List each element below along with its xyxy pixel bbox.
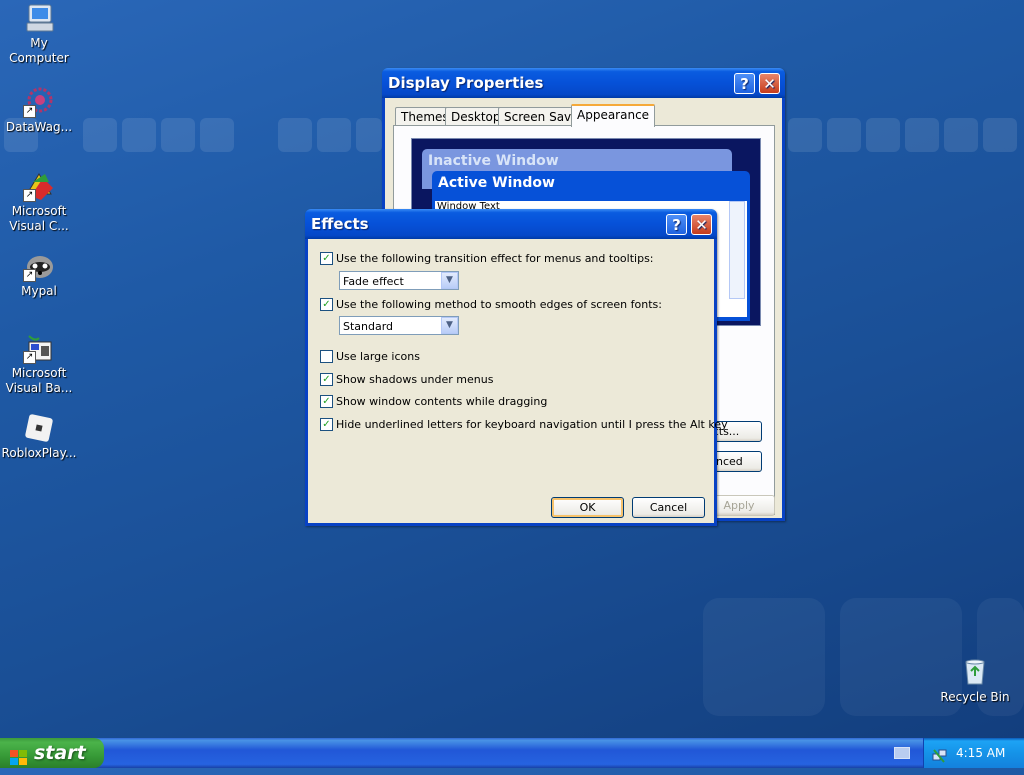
help-button[interactable]: ? [734,73,755,94]
chevron-down-icon[interactable]: ▼ [441,272,458,289]
preview-scrollbar [729,201,745,299]
desktop-icon-label: Recycle Bin [940,690,1010,704]
desktop-icon-my-computer[interactable]: My Computer [0,2,78,66]
visual-basic-icon: ↗ [23,332,55,364]
dialog-title: Effects [311,215,369,233]
datawag-icon: ↗ [23,86,55,118]
mypal-icon: ↗ [23,250,55,282]
desktop-icon-label: Mypal [21,284,57,298]
desktop-icon-roblox[interactable]: RobloxPlay... [0,412,78,461]
transition-effect-select[interactable]: Fade effect ▼ [339,271,459,290]
hide-underlines-checkbox[interactable]: ✓ [320,418,333,431]
desktop-icon-label: DataWag... [5,120,73,134]
help-button[interactable]: ? [666,214,687,235]
shortcut-arrow-icon: ↗ [23,269,36,282]
transition-effect-value: Fade effect [343,275,404,288]
display-properties-titlebar[interactable]: Display Properties ? ✕ [382,68,785,98]
transition-effect-checkbox[interactable]: ✓ [320,252,333,265]
desktop-icon-label: Visual Ba... [5,381,73,395]
windows-logo-icon [10,745,28,775]
desktop-icon-visual-basic[interactable]: ↗ Microsoft Visual Ba... [0,332,78,396]
desktop-icon-label: RobloxPlay... [1,446,77,460]
menu-shadows-checkbox[interactable]: ✓ [320,373,333,386]
transition-effect-label: Use the following transition effect for … [336,252,654,265]
effects-titlebar[interactable]: Effects ? ✕ [305,209,717,239]
clock[interactable]: 4:15 AM [956,738,1005,768]
large-icons-checkbox[interactable] [320,350,333,363]
taskbar: start 4:15 AM [0,738,1024,768]
menu-shadows-label: Show shadows under menus [336,373,494,386]
close-button[interactable]: ✕ [759,73,780,94]
desktop-icon-label: Visual C... [9,219,69,233]
desktop-icon-datawag[interactable]: ↗ DataWag... [0,86,78,135]
shortcut-arrow-icon: ↗ [23,351,36,364]
desktop-icon-visual-c[interactable]: ↗ Microsoft Visual C... [0,170,78,234]
drag-contents-label: Show window contents while dragging [336,395,548,408]
effects-client: ✓ Use the following transition effect fo… [308,239,728,523]
desktop-icon-label: Microsoft [11,204,67,218]
shortcut-arrow-icon: ↗ [23,189,36,202]
system-tray: 4:15 AM [923,738,1024,768]
desktop-icon-mypal[interactable]: ↗ Mypal [0,250,78,299]
cancel-button[interactable]: Cancel [632,497,705,518]
start-label: start [34,742,86,764]
window-title: Display Properties [388,74,544,92]
ok-button[interactable]: OK [551,497,624,518]
font-smoothing-checkbox[interactable]: ✓ [320,298,333,311]
start-button[interactable]: start [0,738,104,768]
network-icon[interactable] [932,745,948,775]
drag-contents-checkbox[interactable]: ✓ [320,395,333,408]
desktop-icon-label: Computer [9,51,69,65]
close-button[interactable]: ✕ [691,214,712,235]
computer-icon [23,2,55,34]
font-smoothing-select[interactable]: Standard ▼ [339,316,459,335]
keyboard-icon[interactable] [894,747,910,759]
desktop-icon-label: Microsoft [11,366,67,380]
tab-appearance[interactable]: Appearance [571,104,656,127]
recycle-bin-icon [959,656,991,688]
desktop-icon-recycle-bin[interactable]: Recycle Bin [936,656,1014,705]
desktop-icon-label: My [30,36,48,50]
large-icons-label: Use large icons [336,350,420,363]
hide-underlines-label: Hide underlined letters for keyboard nav… [336,418,728,431]
effects-dialog[interactable]: Effects ? ✕ ✓ Use the following transiti… [305,209,728,526]
preview-active-title: Active Window [438,175,555,191]
preview-inactive-title: Inactive Window [428,153,559,169]
roblox-icon [23,412,55,444]
font-smoothing-value: Standard [343,320,394,333]
shortcut-arrow-icon: ↗ [23,105,36,118]
font-smoothing-label: Use the following method to smooth edges… [336,298,662,311]
visual-c-icon: ↗ [23,170,55,202]
chevron-down-icon[interactable]: ▼ [441,317,458,334]
